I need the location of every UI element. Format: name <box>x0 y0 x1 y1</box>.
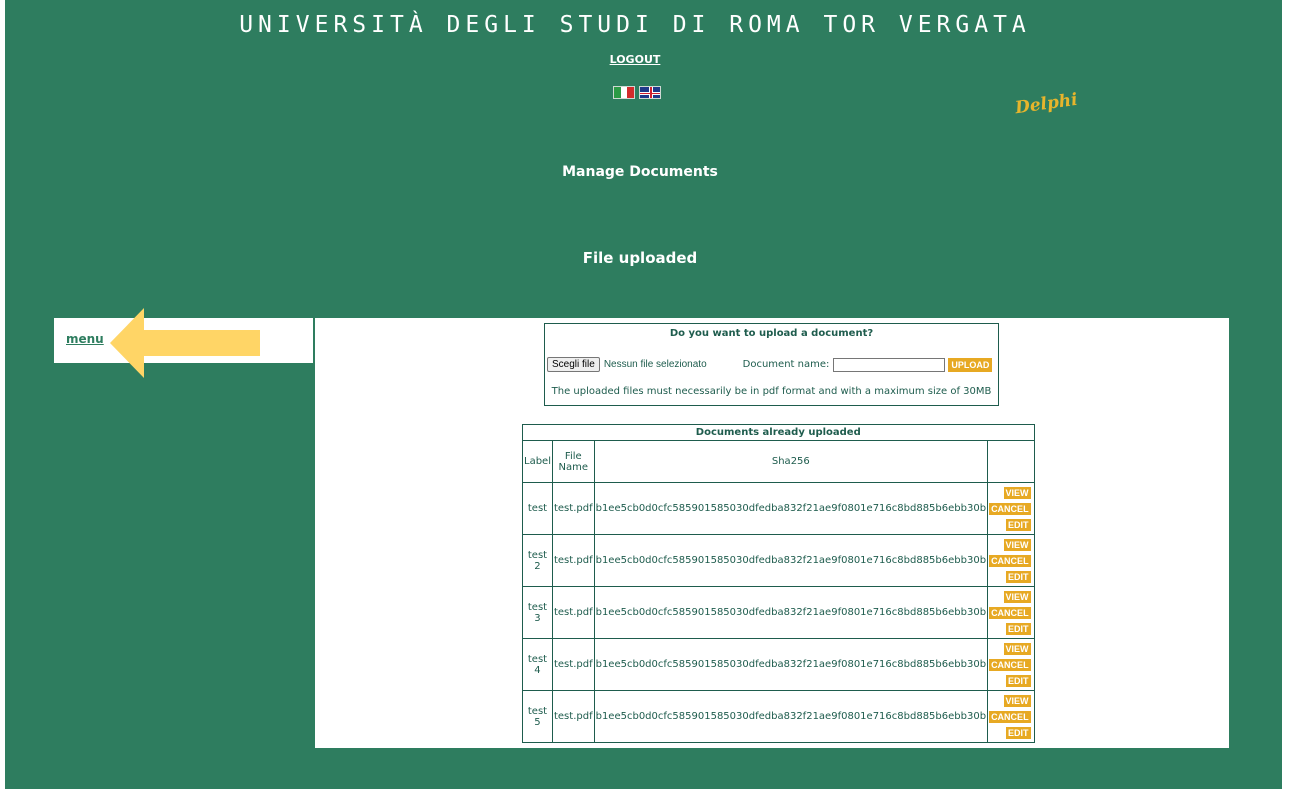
documents-table: Documents already uploaded Label File Na… <box>522 424 1035 743</box>
cancel-button[interactable]: CANCEL <box>989 554 1031 567</box>
row-label: test 3 <box>522 586 553 639</box>
row-hash: b1ee5cb0d0cfc585901585030dfedba832f21ae9… <box>593 638 989 691</box>
document-name-label: Document name: <box>742 359 830 370</box>
table-row: test 5 test.pdf b1ee5cb0d0cfc58590158503… <box>522 690 1035 743</box>
university-title: UNIVERSITÀ DEGLI STUDI DI ROMA TOR VERGA… <box>239 12 1031 38</box>
upload-heading: Do you want to upload a document? <box>669 328 874 339</box>
row-hash: b1ee5cb0d0cfc585901585030dfedba832f21ae9… <box>593 586 989 639</box>
menu-link[interactable]: menu <box>66 332 104 346</box>
table-row: test 2 test.pdf b1ee5cb0d0cfc58590158503… <box>522 534 1035 587</box>
view-button[interactable]: VIEW <box>1003 642 1031 655</box>
column-header-sha256: Sha256 <box>593 440 989 483</box>
table-row: test test.pdf b1ee5cb0d0cfc585901585030d… <box>522 482 1035 535</box>
table-row: test 3 test.pdf b1ee5cb0d0cfc58590158503… <box>522 586 1035 639</box>
upload-button[interactable]: UPLOAD <box>948 357 993 372</box>
cancel-button[interactable]: CANCEL <box>989 502 1031 515</box>
row-file-name: test.pdf <box>551 482 595 535</box>
row-actions: VIEW CANCEL EDIT <box>987 638 1035 691</box>
row-file-name: test.pdf <box>551 638 595 691</box>
row-file-name: test.pdf <box>551 534 595 587</box>
edit-button[interactable]: EDIT <box>1006 726 1031 739</box>
view-button[interactable]: VIEW <box>1003 538 1031 551</box>
documents-caption: Documents already uploaded <box>522 424 1035 441</box>
no-file-text: Nessun file selezionato <box>603 359 707 370</box>
document-name-input[interactable] <box>833 357 946 372</box>
edit-button[interactable]: EDIT <box>1006 622 1031 635</box>
choose-file-button[interactable]: Scegli file <box>547 357 600 372</box>
edit-button[interactable]: EDIT <box>1006 518 1031 531</box>
row-label: test 5 <box>522 690 553 743</box>
row-label: test 4 <box>522 638 553 691</box>
column-header-label: Label <box>522 440 553 483</box>
edit-button[interactable]: EDIT <box>1006 674 1031 687</box>
delphi-logo: Delphi <box>1013 89 1079 119</box>
pointer-arrow-icon <box>110 308 260 378</box>
row-file-name: test.pdf <box>551 690 595 743</box>
page-background: UNIVERSITÀ DEGLI STUDI DI ROMA TOR VERGA… <box>0 0 1290 789</box>
logout-link[interactable]: LOGOUT <box>0 53 1270 66</box>
italian-flag-icon[interactable] <box>613 86 635 99</box>
row-hash: b1ee5cb0d0cfc585901585030dfedba832f21ae9… <box>593 482 989 535</box>
row-actions: VIEW CANCEL EDIT <box>987 482 1035 535</box>
main-content: Do you want to upload a document? Scegli… <box>315 318 1229 748</box>
language-switcher <box>613 86 661 99</box>
status-message: File uploaded <box>582 249 698 267</box>
edit-button[interactable]: EDIT <box>1006 570 1031 583</box>
page-edge-right <box>1282 0 1290 789</box>
cancel-button[interactable]: CANCEL <box>989 606 1031 619</box>
row-actions: VIEW CANCEL EDIT <box>987 690 1035 743</box>
column-header-file-name: File Name <box>551 440 595 483</box>
row-hash: b1ee5cb0d0cfc585901585030dfedba832f21ae9… <box>593 534 989 587</box>
row-actions: VIEW CANCEL EDIT <box>987 586 1035 639</box>
row-hash: b1ee5cb0d0cfc585901585030dfedba832f21ae9… <box>593 690 989 743</box>
page-edge-left <box>0 0 5 789</box>
cancel-button[interactable]: CANCEL <box>989 710 1031 723</box>
row-actions: VIEW CANCEL EDIT <box>987 534 1035 587</box>
english-flag-icon[interactable] <box>639 86 661 99</box>
column-header-actions <box>987 440 1035 483</box>
upload-note: The uploaded files must necessarily be i… <box>551 386 992 397</box>
row-file-name: test.pdf <box>551 586 595 639</box>
row-label: test <box>522 482 553 535</box>
row-label: test 2 <box>522 534 553 587</box>
cancel-button[interactable]: CANCEL <box>989 658 1031 671</box>
view-button[interactable]: VIEW <box>1003 486 1031 499</box>
upload-panel: Do you want to upload a document? Scegli… <box>544 323 999 406</box>
view-button[interactable]: VIEW <box>1003 590 1031 603</box>
page-title: Manage Documents <box>562 164 718 180</box>
table-row: test 4 test.pdf b1ee5cb0d0cfc58590158503… <box>522 638 1035 691</box>
view-button[interactable]: VIEW <box>1003 694 1031 707</box>
upload-row: Scegli file Nessun file selezionato Docu… <box>547 357 996 372</box>
